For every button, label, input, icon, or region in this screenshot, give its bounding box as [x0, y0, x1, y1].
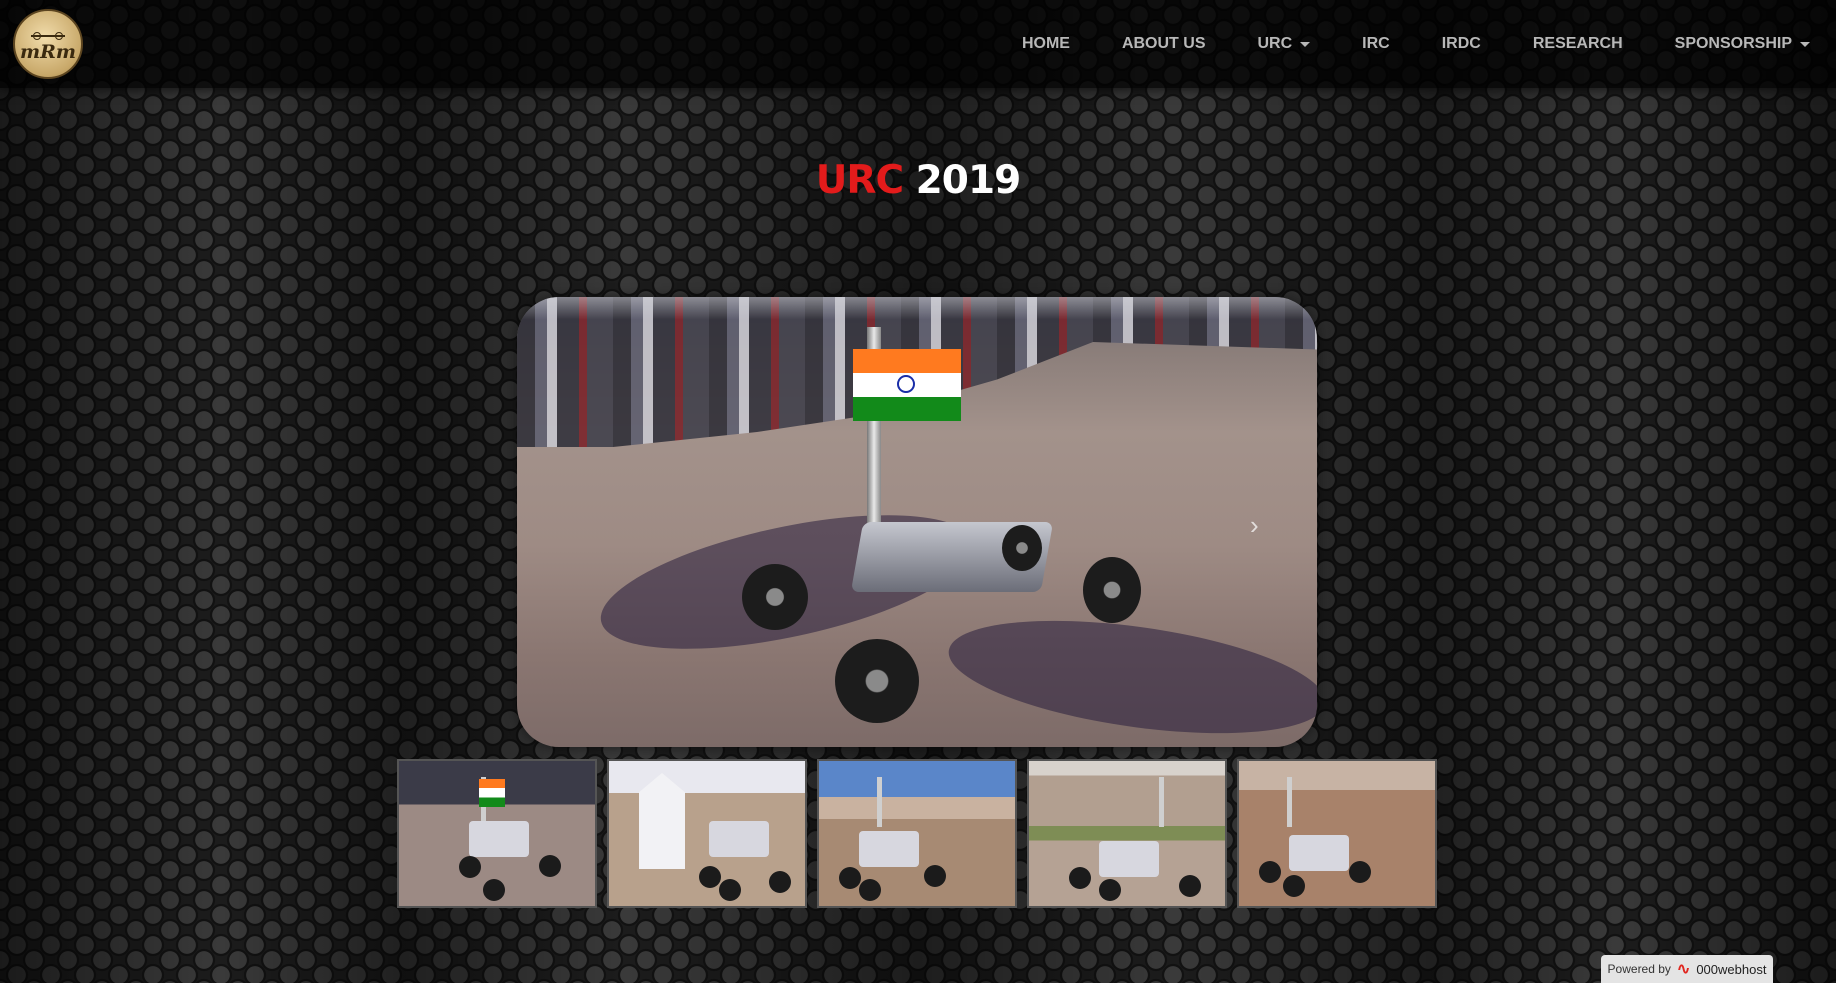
nav-irdc-label: IRDC: [1441, 35, 1481, 52]
title-highlight: URC: [815, 158, 904, 203]
nav-irc-label: IRC: [1362, 35, 1390, 52]
nav-sponsorship-label: SPONSORSHIP: [1674, 35, 1792, 52]
rover-wheel: [1099, 879, 1121, 901]
rover-wheel: [459, 856, 481, 878]
india-flag-image: [853, 349, 961, 421]
nav-urc-label: URC: [1257, 35, 1293, 52]
rover-image: [1289, 835, 1349, 871]
thumbnail-1[interactable]: [397, 759, 597, 908]
nav-home[interactable]: HOME: [996, 35, 1096, 53]
nav-about-us-label: ABOUT US: [1121, 35, 1206, 52]
webhost-logo-icon: ∿: [1676, 961, 1691, 978]
brand-name: 000webhost: [1696, 961, 1767, 977]
rover-wheel: [1283, 875, 1305, 897]
title-year: 2019: [915, 158, 1022, 203]
rover-wheel: [924, 865, 946, 887]
nav-research[interactable]: RESEARCH: [1507, 35, 1649, 53]
rover-wheel: [1259, 861, 1281, 883]
nav-sponsorship-dropdown[interactable]: SPONSORSHIP: [1649, 35, 1836, 53]
india-flag-image: [479, 779, 505, 807]
rover-wheel: [1349, 861, 1371, 883]
rover-wheel: [742, 564, 808, 630]
carousel-main-image[interactable]: [517, 297, 1317, 747]
carousel-thumbnails: [397, 759, 1437, 908]
nav-about-us[interactable]: ABOUT US: [1096, 35, 1232, 53]
chevron-right-icon[interactable]: ›: [1250, 510, 1259, 541]
rover-wheel: [483, 879, 505, 901]
ground-shadow: [941, 601, 1317, 747]
caret-down-icon: [1300, 41, 1311, 47]
mrm-logo[interactable]: mRm: [13, 9, 83, 79]
rover-wheel: [1002, 525, 1042, 571]
thumbnail-4[interactable]: [1027, 759, 1227, 908]
rover-wheel: [769, 871, 791, 893]
thumbnail-5[interactable]: [1237, 759, 1437, 908]
nav-home-label: HOME: [1021, 35, 1070, 52]
powered-by-badge[interactable]: Powered by ∿ 000webhost: [1601, 955, 1773, 983]
powered-by-label: Powered by: [1607, 962, 1671, 976]
navbar: mRm HOME ABOUT US URC IRC IRDC RESEARCH …: [0, 0, 1836, 88]
rover-wheel: [1083, 557, 1141, 623]
rover-wheel: [719, 879, 741, 901]
rover-wheel: [539, 855, 561, 877]
rover-image: [1099, 841, 1159, 877]
rover-wheel: [859, 879, 881, 901]
rover-wheel: [839, 867, 861, 889]
logo-text: mRm: [20, 40, 76, 63]
white-tower-image: [639, 773, 685, 869]
page-title: URC 2019: [0, 158, 1836, 203]
rover-wheel: [699, 866, 721, 888]
nav-irc[interactable]: IRC: [1336, 35, 1416, 53]
rover-wheel: [835, 639, 919, 723]
nav-urc-dropdown[interactable]: URC: [1232, 35, 1337, 53]
rover-mast: [877, 777, 882, 827]
nav-menu: HOME ABOUT US URC IRC IRDC RESEARCH SPON…: [996, 0, 1836, 88]
rover-wheel: [1069, 867, 1091, 889]
thumbnail-2[interactable]: [607, 759, 807, 908]
nav-irdc[interactable]: IRDC: [1416, 35, 1507, 53]
rover-image: [859, 831, 919, 867]
rover-logo-icon: [31, 27, 65, 40]
thumbnail-3[interactable]: [817, 759, 1017, 908]
rover-mast: [1159, 777, 1164, 827]
rover-wheel: [1179, 875, 1201, 897]
rover-image: [709, 821, 769, 857]
caret-down-icon: [1800, 41, 1810, 47]
nav-research-label: RESEARCH: [1532, 35, 1623, 52]
rover-mast: [1287, 777, 1292, 827]
rover-image: [469, 821, 529, 857]
